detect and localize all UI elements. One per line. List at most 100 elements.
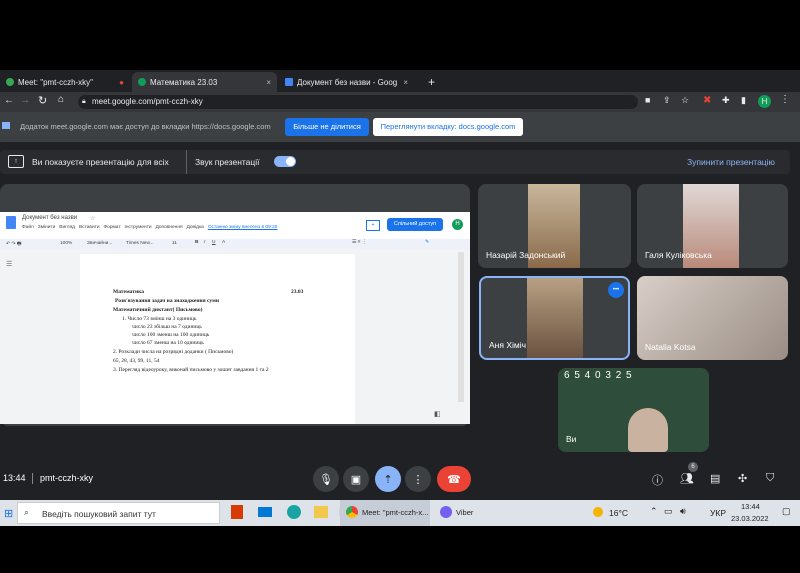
menu-addons[interactable]: Доповнення bbox=[156, 225, 183, 230]
taskbar-chrome-app[interactable]: Meet: "pmt-cczh-x... bbox=[340, 500, 430, 526]
back-icon[interactable]: ← bbox=[4, 95, 14, 106]
doc-avatar[interactable]: H bbox=[452, 219, 463, 230]
tray-chevron-icon[interactable]: ⌃ bbox=[650, 506, 658, 517]
clock-date[interactable]: 23.03.2022 bbox=[731, 514, 769, 523]
undo-icon[interactable]: ↶ ↷ 🖶 bbox=[6, 241, 21, 249]
tab-docs[interactable]: Документ без назви - Goog × bbox=[279, 72, 414, 92]
menu-edit[interactable]: Змінити bbox=[38, 225, 55, 230]
more-options-icon[interactable]: ••• bbox=[608, 282, 624, 298]
profile-avatar[interactable]: H bbox=[758, 95, 771, 108]
info-icon[interactable]: ⓘ bbox=[652, 472, 663, 488]
extension-x-icon[interactable]: ✖ bbox=[703, 95, 711, 106]
search-box[interactable]: ⌕ Введіть пошуковий запит тут bbox=[17, 502, 220, 524]
activities-icon[interactable]: ✣ bbox=[738, 472, 747, 485]
more-tools-icon[interactable]: ☰ ≡ ⋮ bbox=[352, 240, 367, 245]
share-icon[interactable]: ⇪ bbox=[663, 95, 671, 106]
file-explorer-icon[interactable] bbox=[314, 506, 328, 518]
bold-icon[interactable]: B bbox=[195, 240, 198, 245]
tab-math[interactable]: Математика 23.03 × bbox=[132, 72, 277, 92]
doc-item: число 100 зменш на 100 одиниць bbox=[132, 332, 210, 338]
close-icon[interactable]: × bbox=[403, 78, 408, 87]
windows-start-icon[interactable]: ⊞ bbox=[4, 507, 13, 520]
style-select[interactable]: Звичайни... bbox=[87, 241, 112, 246]
font-size-field[interactable]: 11 bbox=[172, 241, 177, 246]
tab-meet[interactable]: Meet: "pmt-cczh-xky" ● bbox=[0, 72, 130, 92]
present-screen-icon: ↑ bbox=[8, 155, 24, 168]
microphone-button[interactable]: 🎙︎ bbox=[313, 466, 339, 492]
doc-item: 3. Перегляд відеоуроку, виконай письмово… bbox=[113, 367, 269, 373]
doc-topic: Розв'язування задач на знаходження суми bbox=[115, 298, 220, 304]
doc-item: число 23 збільш на 7 одиниць bbox=[132, 324, 202, 330]
forward-icon[interactable]: → bbox=[20, 95, 30, 106]
outline-icon[interactable]: ☰ bbox=[6, 260, 12, 268]
last-edit-link[interactable]: Останню зміну внесено в 09:20 bbox=[208, 225, 278, 230]
doc-subject: Математика bbox=[113, 289, 144, 295]
taskbar-viber-app[interactable]: Viber bbox=[434, 500, 504, 526]
stop-presentation-button[interactable]: Зупинити презентацію bbox=[687, 157, 775, 167]
menu-icon[interactable]: ⋮ bbox=[780, 94, 790, 105]
extensions-puzzle-icon[interactable]: ✚ bbox=[722, 95, 730, 106]
present-icon: ⇡ bbox=[383, 473, 393, 486]
menu-insert[interactable]: Вставити bbox=[79, 225, 100, 230]
menu-file[interactable]: Файл bbox=[22, 225, 34, 230]
more-options-button[interactable]: ⋮ bbox=[405, 466, 431, 492]
weather-sun-icon[interactable] bbox=[593, 507, 603, 517]
network-icon[interactable]: ▭ bbox=[664, 506, 673, 517]
doc-toolbar: ↶ ↷ 🖶 100% Звичайни... Times New... 11 B… bbox=[0, 239, 470, 249]
stop-sharing-button[interactable]: Більше не ділитися bbox=[285, 118, 369, 136]
people-icon[interactable]: 👥︎ bbox=[680, 472, 694, 485]
mail-icon[interactable] bbox=[258, 507, 272, 517]
sidebar-icon[interactable]: ▮ bbox=[741, 95, 746, 106]
hangup-icon: ☎ bbox=[447, 473, 461, 486]
doc-side-panel bbox=[458, 252, 464, 402]
chat-icon[interactable]: ▤ bbox=[710, 472, 720, 485]
zoom-select[interactable]: 100% bbox=[60, 241, 72, 246]
star-icon[interactable]: ☆ bbox=[681, 95, 689, 106]
url-field[interactable]: 🔒︎ meet.google.com/pmt-cczh-xky bbox=[78, 95, 638, 109]
present-button[interactable]: ⇡ bbox=[375, 466, 401, 492]
menu-tools[interactable]: Інструменти bbox=[125, 225, 152, 230]
participant-name: Natalia Kotsa bbox=[645, 342, 696, 352]
explore-icon[interactable]: ◧ bbox=[434, 410, 441, 418]
notifications-icon[interactable]: ▢ bbox=[782, 506, 791, 517]
edge-icon[interactable] bbox=[287, 505, 301, 519]
menu-view[interactable]: Вигляд bbox=[59, 225, 75, 230]
participant-tile-active[interactable]: Аня Хіміч ••• bbox=[479, 276, 630, 360]
comment-icon[interactable]: + bbox=[366, 220, 380, 231]
divider bbox=[32, 473, 33, 484]
editing-mode-icon[interactable]: ✎ bbox=[425, 240, 429, 245]
docs-logo-icon bbox=[6, 216, 16, 229]
view-tab-button[interactable]: Переглянути вкладку: docs.google.com bbox=[373, 118, 523, 136]
clock-time[interactable]: 13:44 bbox=[741, 502, 760, 511]
tab-label: Документ без назви - Goog bbox=[297, 77, 398, 87]
meet-favicon-icon bbox=[6, 78, 14, 86]
doc-title[interactable]: Документ без назви bbox=[22, 215, 77, 221]
star-icon[interactable]: ☆ bbox=[90, 215, 95, 222]
menu-format[interactable]: Формат bbox=[104, 225, 121, 230]
close-icon[interactable]: × bbox=[266, 78, 271, 87]
camera-indicator-icon[interactable]: ■ bbox=[645, 95, 650, 105]
leave-call-button[interactable]: ☎ bbox=[437, 466, 471, 492]
text-color-icon[interactable]: A bbox=[222, 240, 225, 245]
volume-icon[interactable]: 🔊︎ bbox=[680, 506, 686, 517]
host-controls-icon[interactable]: ⛉ bbox=[766, 472, 774, 485]
tab-label: Математика 23.03 bbox=[150, 77, 218, 87]
language-indicator[interactable]: УКР bbox=[710, 508, 726, 518]
participant-tile[interactable]: Галя Куліковська bbox=[637, 184, 788, 268]
italic-icon[interactable]: I bbox=[204, 240, 205, 245]
underline-icon[interactable]: U bbox=[212, 240, 215, 245]
self-view-tile[interactable]: 6 5 4 0 3 2 5 Ви bbox=[558, 368, 709, 452]
home-icon[interactable]: ⌂ bbox=[58, 94, 64, 105]
presentation-audio-toggle[interactable] bbox=[274, 156, 296, 167]
reload-icon[interactable]: ↻ bbox=[38, 94, 47, 107]
font-select[interactable]: Times New... bbox=[126, 241, 154, 246]
doc-share-button[interactable]: Спільний доступ bbox=[387, 218, 443, 231]
participant-tile[interactable]: Назарій Задонський bbox=[478, 184, 631, 268]
microphone-icon: 🎙︎ bbox=[319, 473, 333, 486]
camera-button[interactable]: ▣ bbox=[343, 466, 369, 492]
participant-tile[interactable]: Natalia Kotsa bbox=[637, 276, 788, 360]
office-icon[interactable] bbox=[231, 505, 243, 519]
menu-help[interactable]: Довідка bbox=[187, 225, 204, 230]
new-tab-button[interactable]: + bbox=[422, 72, 442, 92]
doc-menu: Файл Змінити Вигляд Вставити Формат Інст… bbox=[22, 225, 277, 230]
